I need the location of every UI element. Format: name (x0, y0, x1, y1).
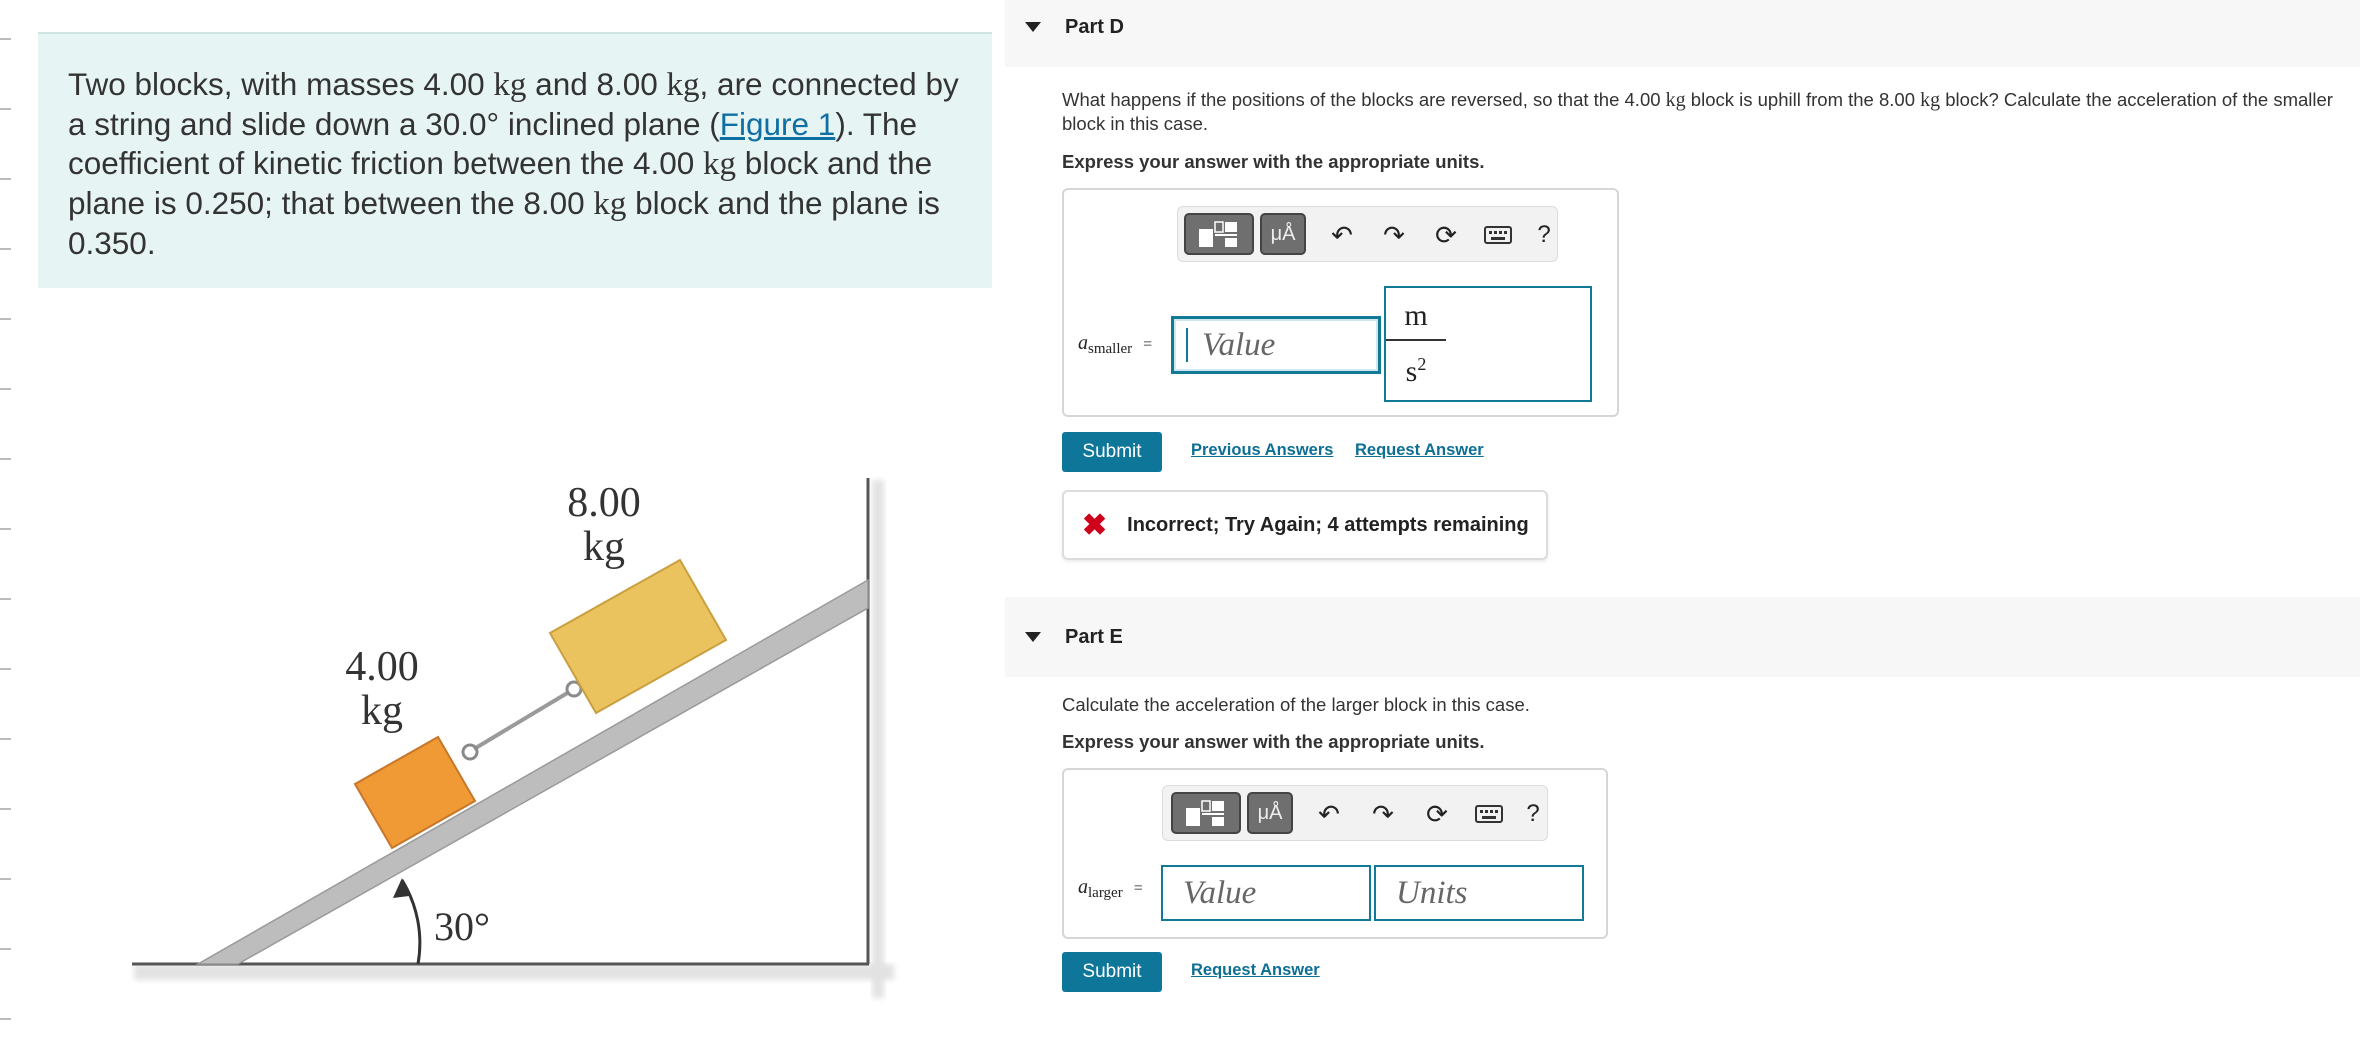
part-d-instruction: Express your answer with the appropriate… (1062, 151, 1485, 172)
ruler-tick (0, 808, 11, 810)
angle-label: 30° (434, 904, 490, 949)
part-d-submit-button[interactable]: Submit (1062, 432, 1162, 472)
text-cursor (1186, 328, 1188, 362)
ruler-tick (0, 38, 11, 40)
part-d-answer-box: μÅ ↶ ↷ ⟳ ? asmaller = Value m s2 (1062, 188, 1619, 417)
help-icon[interactable]: ? (1517, 798, 1549, 830)
ground-shadow (134, 964, 894, 980)
part-d-header[interactable]: Part D (1005, 0, 2360, 67)
ruler-tick (0, 388, 11, 390)
ruler-tick (0, 108, 11, 110)
feedback-text: Incorrect; Try Again; 4 attempts remaini… (1127, 513, 1529, 536)
incline-plane (195, 578, 869, 965)
problem-text: and 8.00 (526, 66, 667, 102)
keyboard-icon[interactable] (1482, 219, 1514, 251)
unit-denominator: s2 (1405, 354, 1427, 388)
variable-label: asmaller = (1078, 332, 1153, 357)
problem-text: Two blocks, with masses 4.00 (68, 66, 494, 102)
small-mass-unit: kg (361, 688, 403, 734)
figure-link[interactable]: Figure 1 (720, 106, 836, 142)
part-d-question: What happens if the positions of the blo… (1062, 88, 2352, 136)
incline-diagram: 4.00 kg 8.00 kg 30° (132, 478, 894, 998)
value-input[interactable]: Value (1171, 316, 1381, 374)
keyboard-icon[interactable] (1473, 798, 1505, 830)
connecting-string (472, 690, 571, 751)
right-column: Part D What happens if the positions of … (1005, 0, 2360, 1037)
small-mass-value: 4.00 (345, 644, 419, 690)
unit-kg: kg (1665, 89, 1686, 111)
wall-shadow (872, 480, 884, 998)
units-input[interactable]: m s2 (1384, 286, 1592, 402)
page-ruler (0, 0, 12, 1037)
part-e-title: Part E (1065, 625, 1123, 648)
help-icon[interactable]: ? (1528, 219, 1560, 251)
ruler-tick (0, 878, 11, 880)
large-mass-value: 8.00 (567, 480, 641, 526)
templates-button[interactable] (1184, 213, 1254, 255)
question-text: block in this case. (1062, 113, 1209, 134)
templates-icon (1199, 221, 1237, 247)
part-e-answer-box: μÅ ↶ ↷ ⟳ ? alarger = Value Units (1062, 768, 1608, 939)
part-e-header[interactable]: Part E (1005, 597, 2360, 677)
reset-icon[interactable]: ⟳ (1430, 219, 1462, 251)
reset-icon[interactable]: ⟳ (1421, 798, 1453, 830)
redo-icon[interactable]: ↷ (1378, 219, 1410, 251)
ruler-tick (0, 458, 11, 460)
unit-kg: kg (593, 186, 627, 222)
templates-icon (1186, 800, 1224, 826)
value-input[interactable]: Value (1161, 865, 1371, 921)
ruler-tick (0, 668, 11, 670)
units-input[interactable]: Units (1374, 865, 1584, 921)
units-button[interactable]: μÅ (1260, 213, 1306, 255)
part-e-instruction: Express your answer with the appropriate… (1062, 731, 1485, 752)
math-toolbar: μÅ ↶ ↷ ⟳ ? (1177, 206, 1558, 262)
question-text: block is uphill from the 8.00 (1685, 89, 1921, 110)
part-d-request-answer-link[interactable]: Request Answer (1355, 441, 1484, 460)
ruler-tick (0, 1018, 11, 1020)
question-text: block? Calculate the acceleration of the… (1940, 89, 2333, 110)
redo-icon[interactable]: ↷ (1367, 798, 1399, 830)
undo-icon[interactable]: ↶ (1313, 798, 1345, 830)
unit-kg: kg (1920, 89, 1941, 111)
variable-label: alarger = (1078, 876, 1143, 901)
units-button[interactable]: μÅ (1247, 792, 1293, 834)
ruler-tick (0, 178, 11, 180)
unit-kg: kg (703, 146, 737, 182)
question-text: What happens if the positions of the blo… (1062, 89, 1666, 110)
ruler-tick (0, 598, 11, 600)
large-mass-unit: kg (583, 524, 625, 570)
collapse-caret-icon[interactable] (1025, 632, 1041, 642)
ruler-tick (0, 318, 11, 320)
ruler-tick (0, 528, 11, 530)
math-toolbar: μÅ ↶ ↷ ⟳ ? (1162, 785, 1548, 841)
units-symbol: μÅ (1270, 222, 1296, 245)
ruler-tick (0, 248, 11, 250)
unit-numerator: m (1404, 299, 1428, 332)
part-e-question: Calculate the acceleration of the larger… (1062, 694, 1530, 715)
undo-icon[interactable]: ↶ (1326, 219, 1358, 251)
collapse-caret-icon[interactable] (1025, 22, 1041, 32)
part-e-submit-button[interactable]: Submit (1062, 952, 1162, 992)
ruler-tick (0, 738, 11, 740)
previous-answers-link[interactable]: Previous Answers (1191, 441, 1333, 460)
problem-statement: Two blocks, with masses 4.00 kg and 8.00… (38, 32, 992, 288)
small-block-hook (461, 743, 479, 761)
part-d-title: Part D (1065, 15, 1124, 38)
fraction-bar (1386, 339, 1446, 341)
templates-button[interactable] (1171, 792, 1241, 834)
incorrect-x-icon: ✖ (1082, 508, 1108, 542)
feedback-message: ✖ Incorrect; Try Again; 4 attempts remai… (1062, 490, 1548, 560)
incline-figure: 4.00 kg 8.00 kg 30° (120, 470, 920, 1010)
part-e-request-answer-link[interactable]: Request Answer (1191, 961, 1320, 980)
unit-kg: kg (666, 67, 700, 103)
ruler-tick (0, 948, 11, 950)
units-symbol: μÅ (1257, 801, 1283, 824)
unit-kg: kg (493, 67, 527, 103)
